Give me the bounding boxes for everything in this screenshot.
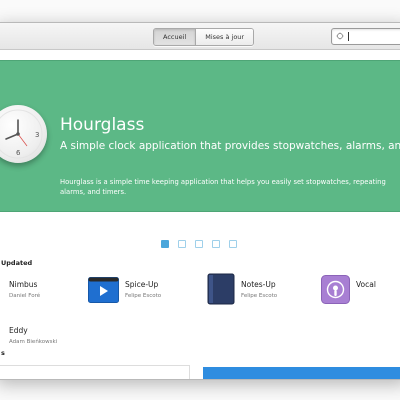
- app-name: Nimbus: [9, 280, 38, 289]
- app-author: Daniel Foré: [9, 293, 41, 299]
- app-author: Adam Bieńkowski: [9, 339, 58, 345]
- category-card-featured[interactable]: [203, 367, 400, 379]
- app-tile-nimbus[interactable]: Nimbus Daniel Foré: [0, 275, 87, 309]
- app-center-window: Accueil Mises à jour 3 6 Hourglass A sim…: [0, 22, 400, 380]
- featured-app-description: Hourglass is a simple time keeping appli…: [60, 178, 386, 196]
- text-cursor: [348, 32, 349, 41]
- notes-up-icon: [207, 273, 235, 305]
- app-tile-notes-up[interactable]: Notes-Up Felipe Escoto: [205, 273, 315, 309]
- spice-up-icon: [88, 277, 119, 303]
- carousel-indicators: [161, 240, 237, 248]
- carousel-dot[interactable]: [212, 240, 220, 248]
- view-mode-switch: Accueil Mises à jour: [153, 28, 255, 46]
- search-icon: [336, 32, 344, 40]
- svg-text:3: 3: [35, 131, 39, 139]
- svg-text:6: 6: [16, 149, 21, 157]
- app-author: Felipe Escoto: [125, 293, 162, 299]
- vocal-icon: [321, 275, 350, 304]
- search-input[interactable]: [350, 30, 400, 44]
- app-author: Felipe Escoto: [241, 293, 278, 299]
- carousel-dot[interactable]: [178, 240, 186, 248]
- tab-updates[interactable]: Mises à jour: [195, 29, 254, 45]
- app-name: Spice-Up: [125, 280, 159, 289]
- carousel-dot[interactable]: [195, 240, 203, 248]
- header-bar: Accueil Mises à jour: [0, 23, 400, 50]
- search-field[interactable]: [331, 28, 400, 45]
- app-tile-vocal[interactable]: Vocal: [321, 275, 400, 309]
- app-name: Eddy: [9, 326, 28, 335]
- featured-app-subtitle: A simple clock application that provides…: [60, 140, 400, 152]
- section-title-updated: Updated: [1, 259, 33, 267]
- app-tile-spice-up[interactable]: Spice-Up Felipe Escoto: [87, 275, 197, 309]
- tab-home[interactable]: Accueil: [154, 29, 196, 45]
- category-card[interactable]: [0, 365, 190, 379]
- clock-icon: 3 6: [0, 105, 47, 163]
- featured-banner[interactable]: 3 6 Hourglass A simple clock application…: [0, 60, 400, 212]
- carousel-dot[interactable]: [161, 240, 169, 248]
- featured-app-title: Hourglass: [60, 115, 145, 135]
- app-tile-eddy[interactable]: Eddy Adam Bieńkowski: [0, 321, 87, 355]
- app-name: Notes-Up: [241, 280, 276, 289]
- section-title-categories: s: [1, 349, 5, 357]
- app-name: Vocal: [356, 280, 376, 289]
- carousel-dot[interactable]: [229, 240, 237, 248]
